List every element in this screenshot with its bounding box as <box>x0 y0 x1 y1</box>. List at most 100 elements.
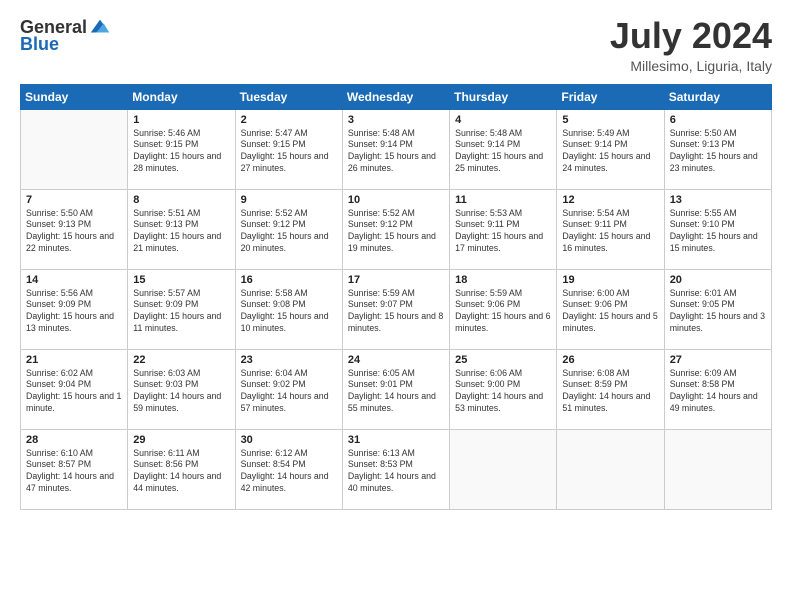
calendar-cell: 27Sunrise: 6:09 AMSunset: 8:58 PMDayligh… <box>664 349 771 429</box>
day-number: 4 <box>455 114 551 126</box>
subtitle: Millesimo, Liguria, Italy <box>610 58 772 74</box>
day-number: 8 <box>133 194 229 206</box>
day-number: 3 <box>348 114 444 126</box>
day-info: Sunrise: 5:48 AMSunset: 9:14 PMDaylight:… <box>455 128 551 176</box>
calendar-header-row: SundayMondayTuesdayWednesdayThursdayFrid… <box>21 84 772 109</box>
day-number: 23 <box>241 354 337 366</box>
day-info: Sunrise: 6:04 AMSunset: 9:02 PMDaylight:… <box>241 368 337 416</box>
calendar-cell: 19 Sunrise: 6:00 AMSunset: 9:06 PMDayligh… <box>557 269 664 349</box>
day-number: 2 <box>241 114 337 126</box>
logo-icon <box>89 16 111 38</box>
day-number: 15 <box>133 274 229 286</box>
day-info: Sunrise: 5:57 AMSunset: 9:09 PMDaylight:… <box>133 288 229 336</box>
calendar-cell: 28 Sunrise: 6:10 AMSunset: 8:57 PMDayligh… <box>21 429 128 509</box>
calendar-cell <box>664 429 771 509</box>
day-info: Sunrise: 5:50 AMSunset: 9:13 PMDaylight:… <box>670 128 766 176</box>
calendar-week-4: 21Sunrise: 6:02 AMSunset: 9:04 PMDayligh… <box>21 349 772 429</box>
day-number: 29 <box>133 434 229 446</box>
day-info: Sunrise: 6:05 AMSunset: 9:01 PMDaylight:… <box>348 368 444 416</box>
day-number: 5 <box>562 114 658 126</box>
calendar-cell: 24 Sunrise: 6:05 AMSunset: 9:01 PMDayligh… <box>342 349 449 429</box>
calendar-cell: 9 Sunrise: 5:52 AMSunset: 9:12 PMDaylight… <box>235 189 342 269</box>
column-header-friday: Friday <box>557 84 664 109</box>
calendar-cell: 20 Sunrise: 6:01 AMSunset: 9:05 PMDayligh… <box>664 269 771 349</box>
day-number: 13 <box>670 194 766 206</box>
day-number: 9 <box>241 194 337 206</box>
calendar-cell: 10 Sunrise: 5:52 AMSunset: 9:12 PMDayligh… <box>342 189 449 269</box>
day-info: Sunrise: 6:01 AMSunset: 9:05 PMDaylight:… <box>670 288 766 336</box>
column-header-thursday: Thursday <box>450 84 557 109</box>
calendar-cell: 31Sunrise: 6:13 AMSunset: 8:53 PMDayligh… <box>342 429 449 509</box>
calendar-cell <box>21 109 128 189</box>
day-number: 18 <box>455 274 551 286</box>
calendar-cell <box>557 429 664 509</box>
calendar-cell: 16 Sunrise: 5:58 AMSunset: 9:08 PMDayligh… <box>235 269 342 349</box>
calendar-cell <box>450 429 557 509</box>
calendar-cell: 25Sunrise: 6:06 AMSunset: 9:00 PMDayligh… <box>450 349 557 429</box>
day-number: 27 <box>670 354 766 366</box>
calendar-cell: 17 Sunrise: 5:59 AMSunset: 9:07 PMDayligh… <box>342 269 449 349</box>
day-number: 24 <box>348 354 444 366</box>
day-info: Sunrise: 5:50 AMSunset: 9:13 PMDaylight:… <box>26 208 122 256</box>
main-title: July 2024 <box>610 16 772 56</box>
day-number: 1 <box>133 114 229 126</box>
calendar-table: SundayMondayTuesdayWednesdayThursdayFrid… <box>20 84 772 510</box>
column-header-saturday: Saturday <box>664 84 771 109</box>
calendar-cell: 18 Sunrise: 5:59 AMSunset: 9:06 PMDayligh… <box>450 269 557 349</box>
day-number: 16 <box>241 274 337 286</box>
page: General Blue July 2024 Millesimo, Liguri… <box>0 0 792 612</box>
calendar-cell: 7Sunrise: 5:50 AMSunset: 9:13 PMDaylight… <box>21 189 128 269</box>
day-number: 17 <box>348 274 444 286</box>
day-number: 31 <box>348 434 444 446</box>
day-number: 10 <box>348 194 444 206</box>
calendar-cell: 8 Sunrise: 5:51 AMSunset: 9:13 PMDaylight… <box>128 189 235 269</box>
calendar-cell: 23 Sunrise: 6:04 AMSunset: 9:02 PMDayligh… <box>235 349 342 429</box>
day-info: Sunrise: 6:02 AMSunset: 9:04 PMDaylight:… <box>26 368 122 416</box>
calendar-week-3: 14 Sunrise: 5:56 AMSunset: 9:09 PMDayligh… <box>21 269 772 349</box>
day-info: Sunrise: 6:08 AMSunset: 8:59 PMDaylight:… <box>562 368 658 416</box>
calendar-cell: 21Sunrise: 6:02 AMSunset: 9:04 PMDayligh… <box>21 349 128 429</box>
calendar-cell: 4 Sunrise: 5:48 AMSunset: 9:14 PMDaylight… <box>450 109 557 189</box>
logo: General Blue <box>20 16 111 55</box>
day-info: Sunrise: 5:55 AMSunset: 9:10 PMDaylight:… <box>670 208 766 256</box>
day-info: Sunrise: 5:54 AMSunset: 9:11 PMDaylight:… <box>562 208 658 256</box>
day-info: Sunrise: 5:47 AMSunset: 9:15 PMDaylight:… <box>241 128 337 176</box>
calendar-cell: 14 Sunrise: 5:56 AMSunset: 9:09 PMDayligh… <box>21 269 128 349</box>
day-info: Sunrise: 5:51 AMSunset: 9:13 PMDaylight:… <box>133 208 229 256</box>
day-number: 25 <box>455 354 551 366</box>
column-header-wednesday: Wednesday <box>342 84 449 109</box>
calendar-cell: 3 Sunrise: 5:48 AMSunset: 9:14 PMDaylight… <box>342 109 449 189</box>
day-info: Sunrise: 5:53 AMSunset: 9:11 PMDaylight:… <box>455 208 551 256</box>
calendar-cell: 13 Sunrise: 5:55 AMSunset: 9:10 PMDayligh… <box>664 189 771 269</box>
day-info: Sunrise: 5:52 AMSunset: 9:12 PMDaylight:… <box>348 208 444 256</box>
day-info: Sunrise: 5:58 AMSunset: 9:08 PMDaylight:… <box>241 288 337 336</box>
calendar-week-1: 1 Sunrise: 5:46 AMSunset: 9:15 PMDaylight… <box>21 109 772 189</box>
day-number: 14 <box>26 274 122 286</box>
day-info: Sunrise: 6:10 AMSunset: 8:57 PMDaylight:… <box>26 448 122 496</box>
day-info: Sunrise: 5:59 AMSunset: 9:07 PMDaylight:… <box>348 288 444 336</box>
day-info: Sunrise: 5:52 AMSunset: 9:12 PMDaylight:… <box>241 208 337 256</box>
day-info: Sunrise: 6:12 AMSunset: 8:54 PMDaylight:… <box>241 448 337 496</box>
calendar-cell: 6Sunrise: 5:50 AMSunset: 9:13 PMDaylight… <box>664 109 771 189</box>
day-number: 28 <box>26 434 122 446</box>
day-number: 20 <box>670 274 766 286</box>
day-info: Sunrise: 6:03 AMSunset: 9:03 PMDaylight:… <box>133 368 229 416</box>
calendar-cell: 30Sunrise: 6:12 AMSunset: 8:54 PMDayligh… <box>235 429 342 509</box>
day-info: Sunrise: 6:00 AMSunset: 9:06 PMDaylight:… <box>562 288 658 336</box>
calendar-cell: 29 Sunrise: 6:11 AMSunset: 8:56 PMDayligh… <box>128 429 235 509</box>
logo-blue: Blue <box>20 34 59 54</box>
calendar-week-2: 7Sunrise: 5:50 AMSunset: 9:13 PMDaylight… <box>21 189 772 269</box>
day-number: 19 <box>562 274 658 286</box>
day-info: Sunrise: 5:59 AMSunset: 9:06 PMDaylight:… <box>455 288 551 336</box>
calendar-cell: 5Sunrise: 5:49 AMSunset: 9:14 PMDaylight… <box>557 109 664 189</box>
day-info: Sunrise: 5:56 AMSunset: 9:09 PMDaylight:… <box>26 288 122 336</box>
day-info: Sunrise: 6:11 AMSunset: 8:56 PMDaylight:… <box>133 448 229 496</box>
day-info: Sunrise: 5:46 AMSunset: 9:15 PMDaylight:… <box>133 128 229 176</box>
day-number: 26 <box>562 354 658 366</box>
calendar-cell: 11 Sunrise: 5:53 AMSunset: 9:11 PMDayligh… <box>450 189 557 269</box>
calendar-cell: 26 Sunrise: 6:08 AMSunset: 8:59 PMDayligh… <box>557 349 664 429</box>
day-info: Sunrise: 5:48 AMSunset: 9:14 PMDaylight:… <box>348 128 444 176</box>
day-number: 22 <box>133 354 229 366</box>
title-block: July 2024 Millesimo, Liguria, Italy <box>610 16 772 74</box>
day-number: 11 <box>455 194 551 206</box>
